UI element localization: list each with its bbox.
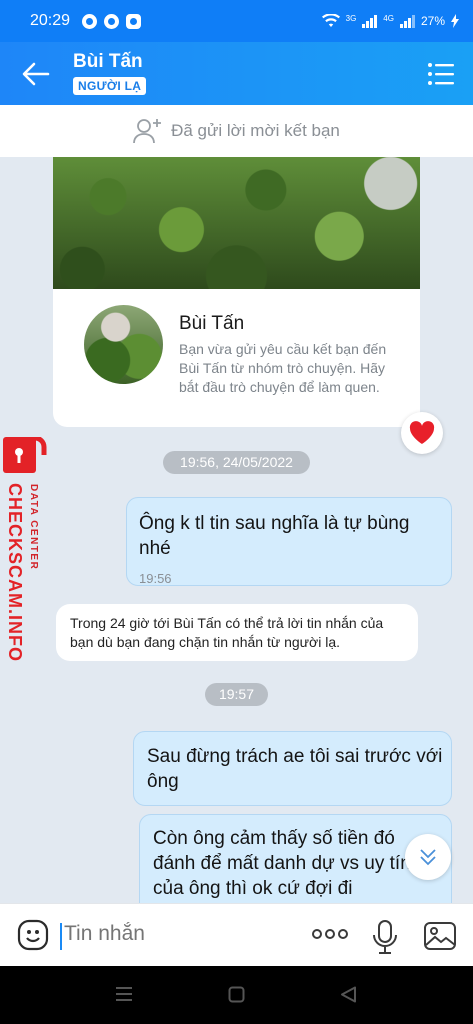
- chat-header: Bùi Tấn NGƯỜI LẠ: [0, 42, 473, 105]
- image-icon[interactable]: [423, 921, 457, 951]
- friend-request-bar[interactable]: Đã gửi lời mời kết bạn: [0, 105, 473, 157]
- reaction-button[interactable]: [401, 412, 443, 454]
- notification-icon: [104, 13, 120, 29]
- sticker-icon[interactable]: [17, 919, 49, 951]
- time-timestamp: 19:57: [205, 683, 268, 706]
- double-chevron-down-icon: [420, 849, 436, 866]
- message-time: 19:56: [139, 571, 172, 586]
- wifi-icon: [321, 14, 340, 27]
- back-icon[interactable]: [340, 986, 357, 1003]
- battery-charging-icon: [451, 14, 459, 28]
- lock-icon: [3, 437, 47, 473]
- message-text: Sau đừng trách ae tôi sai trước với ông: [147, 746, 443, 792]
- message-text: Ông k tl tin sau nghĩa là tự bùng nhé: [139, 513, 410, 559]
- friend-request-text: Đã gửi lời mời kết bạn: [171, 121, 340, 140]
- recent-apps-icon[interactable]: [115, 986, 133, 1002]
- microphone-icon[interactable]: [372, 920, 398, 954]
- profile-name: Bùi Tấn: [179, 313, 245, 334]
- watermark-subtext: DATA CENTER: [28, 484, 39, 571]
- notification-icon: [82, 13, 98, 29]
- outgoing-message[interactable]: Còn ông cảm thấy số tiền đó đánh để mất …: [139, 814, 452, 914]
- message-input-bar: [0, 903, 473, 966]
- signal-icon: [362, 14, 378, 28]
- network-label: 3G: [345, 14, 357, 23]
- scroll-down-button[interactable]: [405, 834, 451, 880]
- status-time: 20:29: [30, 12, 71, 29]
- menu-list-icon[interactable]: [427, 62, 455, 86]
- message-text: Còn ông cảm thấy số tiền đó đánh để mất …: [153, 828, 411, 899]
- contact-name[interactable]: Bùi Tấn: [73, 51, 143, 73]
- profile-description: Bạn vừa gửi yêu cầu kết bạn đến Bùi Tấn …: [179, 341, 387, 395]
- date-timestamp: 19:56, 24/05/2022: [163, 451, 310, 474]
- add-friend-icon: [133, 119, 162, 144]
- chat-notification-icon: [126, 13, 142, 29]
- home-icon[interactable]: [228, 986, 245, 1003]
- avatar[interactable]: [84, 305, 163, 384]
- battery-level: 27%: [420, 14, 445, 28]
- more-options-icon[interactable]: [312, 928, 348, 940]
- cover-photo: [53, 157, 420, 289]
- outgoing-message[interactable]: Ông k tl tin sau nghĩa là tự bùng nhé 19…: [126, 497, 452, 586]
- profile-card[interactable]: Bùi Tấn Bạn vừa gửi yêu cầu kết bạn đến …: [53, 157, 420, 427]
- back-arrow-icon[interactable]: [20, 60, 50, 88]
- watermark-text: CHECKSCAM.INFO: [5, 483, 25, 662]
- system-notice: Trong 24 giờ tới Bùi Tấn có thể trả lời …: [56, 604, 418, 661]
- outgoing-message[interactable]: Sau đừng trách ae tôi sai trước với ông: [133, 731, 452, 806]
- status-bar: 20:29 3G 4G 27%: [0, 0, 473, 42]
- system-navigation-bar: [0, 966, 473, 1024]
- stranger-badge: NGƯỜI LẠ: [73, 77, 147, 95]
- heart-icon: [409, 421, 435, 444]
- text-cursor: [60, 923, 62, 950]
- message-input[interactable]: [64, 922, 284, 946]
- signal-icon: [399, 14, 415, 28]
- network-label: 4G: [383, 14, 394, 23]
